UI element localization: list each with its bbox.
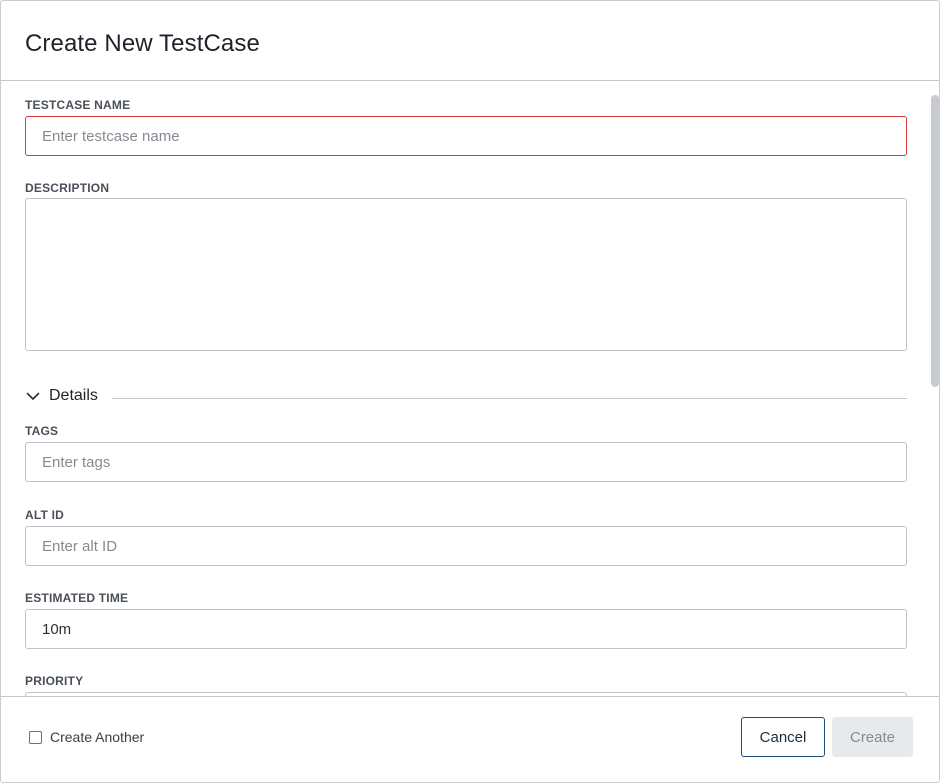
estimated-time-label: ESTIMATED TIME	[25, 591, 129, 605]
dialog-header: Create New TestCase	[1, 1, 939, 81]
create-button[interactable]: Create	[832, 717, 913, 757]
testcase-name-label: TESTCASE NAME	[25, 98, 131, 112]
alt-id-label: ALT ID	[25, 508, 64, 522]
description-textarea[interactable]	[25, 198, 907, 351]
cancel-button[interactable]: Cancel	[741, 717, 825, 757]
testcase-name-input[interactable]	[25, 116, 907, 156]
details-toggle[interactable]: Details	[25, 387, 98, 405]
dialog-body: TESTCASE NAME DESCRIPTION Details TAGS A…	[1, 81, 939, 696]
scrollbar-thumb[interactable]	[931, 95, 939, 387]
description-label: DESCRIPTION	[25, 181, 110, 195]
create-another-label: Create Another	[50, 729, 145, 745]
dialog-title: Create New TestCase	[25, 30, 260, 57]
details-divider	[112, 398, 907, 399]
priority-label: PRIORITY	[25, 674, 84, 688]
tags-input[interactable]	[25, 442, 907, 482]
estimated-time-input[interactable]	[25, 609, 907, 649]
create-another-checkbox[interactable]	[29, 730, 42, 744]
tags-label: TAGS	[25, 424, 59, 438]
chevron-down-icon	[26, 392, 40, 400]
dialog-footer: Create Another Cancel Create	[1, 696, 939, 782]
alt-id-input[interactable]	[25, 526, 907, 566]
create-testcase-dialog: Create New TestCase TESTCASE NAME DESCRI…	[0, 0, 940, 783]
details-section-label: Details	[49, 387, 98, 404]
create-another-option[interactable]: Create Another	[29, 729, 144, 745]
